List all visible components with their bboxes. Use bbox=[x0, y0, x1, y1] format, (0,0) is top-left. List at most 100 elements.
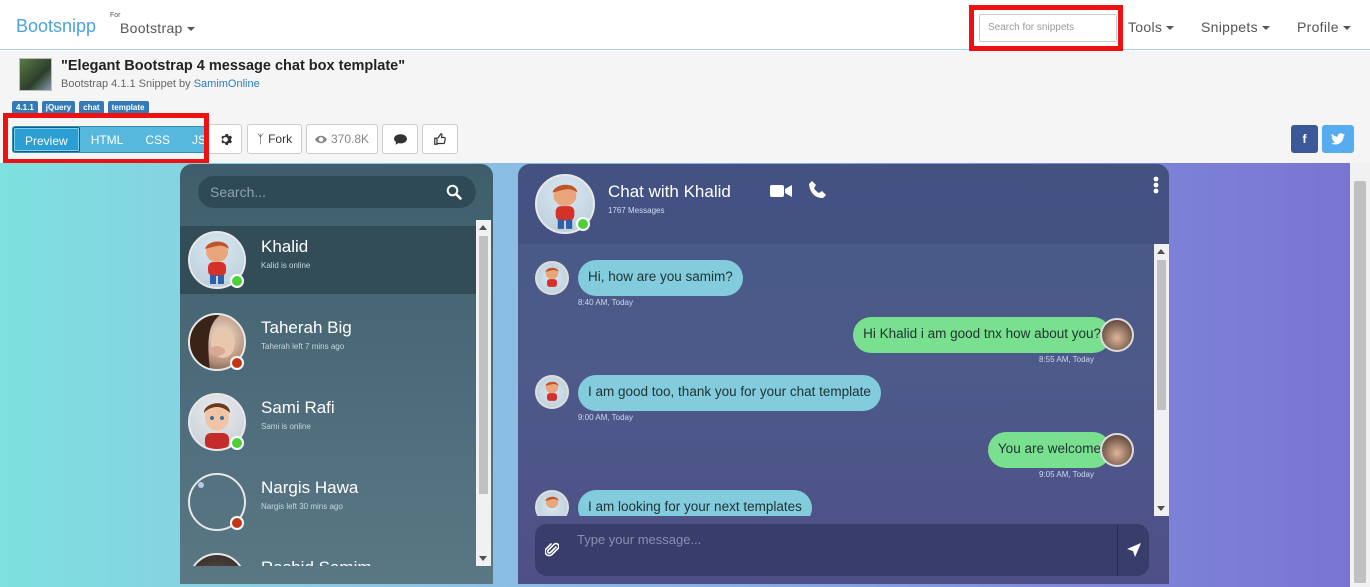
framework-menu[interactable]: Bootstrap bbox=[120, 20, 195, 36]
author-avatar[interactable] bbox=[19, 58, 52, 91]
avatar bbox=[1100, 433, 1134, 467]
online-status-dot bbox=[230, 436, 244, 450]
video-call-icon[interactable] bbox=[770, 183, 792, 199]
tools-menu[interactable]: Tools bbox=[1128, 19, 1175, 35]
snippet-title: "Elegant Bootstrap 4 message chat box te… bbox=[61, 58, 406, 74]
snippet-subtitle-prefix: Bootstrap 4.1.1 Snippet by bbox=[61, 78, 194, 90]
contact-item-nargis-hawa[interactable]: Nargis Hawa Nargis left 30 mins ago bbox=[180, 466, 476, 534]
comment-icon bbox=[393, 133, 407, 145]
facebook-icon: f bbox=[1302, 132, 1307, 146]
offline-status-dot bbox=[230, 516, 244, 530]
contacts-search-input[interactable]: Search... bbox=[198, 176, 476, 208]
contact-name: Nargis Hawa bbox=[261, 478, 359, 497]
fork-button[interactable]: ᛉ Fork bbox=[247, 124, 302, 154]
chevron-down-icon bbox=[1261, 26, 1270, 31]
incoming-message: Hi, how are you samim? bbox=[578, 260, 743, 296]
framework-menu-label: Bootstrap bbox=[120, 20, 183, 36]
top-navbar: Bootsnipp For Bootstrap Search for snipp… bbox=[0, 0, 1370, 50]
offline-status-dot bbox=[230, 356, 244, 370]
avatar bbox=[535, 490, 569, 516]
fork-icon: ᛉ bbox=[256, 132, 265, 146]
contact-item-khalid[interactable]: Khalid Kalid is online bbox=[180, 226, 476, 294]
phone-icon[interactable] bbox=[808, 180, 828, 200]
contacts-panel: Search... Khalid Kalid is online Taherah… bbox=[180, 164, 493, 584]
contact-item-taherah-big[interactable]: Taherah Big Taherah left 7 mins ago bbox=[180, 306, 476, 374]
online-status-dot bbox=[230, 274, 244, 288]
contact-status: Kalid is online bbox=[261, 261, 311, 270]
message-composer: Type your message... bbox=[535, 524, 1149, 576]
scroll-up-icon[interactable] bbox=[1157, 249, 1165, 254]
snippet-preview: Search... Khalid Kalid is online Taherah… bbox=[0, 163, 1350, 587]
like-button[interactable] bbox=[422, 124, 458, 154]
brand-logo[interactable]: Bootsnipp bbox=[16, 16, 96, 37]
tab-preview[interactable]: Preview bbox=[13, 127, 80, 152]
contact-status: Taherah left 7 mins ago bbox=[261, 342, 345, 351]
contact-status: Nargis left 30 mins ago bbox=[261, 502, 343, 511]
views-counter: 370.8K bbox=[306, 124, 378, 154]
twitter-share-button[interactable] bbox=[1322, 125, 1354, 153]
snippet-search-input[interactable]: Search for snippets bbox=[979, 14, 1117, 42]
avatar bbox=[1100, 318, 1134, 352]
thumbs-up-icon bbox=[434, 133, 446, 145]
outgoing-message: You are welcome bbox=[987, 432, 1111, 468]
message-time: 8:55 AM, Today bbox=[1039, 355, 1094, 364]
scrollbar-thumb[interactable] bbox=[1157, 260, 1166, 410]
fork-label: Fork bbox=[268, 132, 293, 146]
tag[interactable]: jQuery bbox=[41, 101, 76, 114]
profile-menu[interactable]: Profile bbox=[1297, 19, 1351, 35]
send-icon[interactable] bbox=[1126, 542, 1142, 558]
tag-list: 4.1.1 jQuery chat template bbox=[12, 101, 149, 114]
author-link[interactable]: SamimOnline bbox=[194, 78, 260, 90]
message-count: 1767 Messages bbox=[608, 206, 665, 215]
tag[interactable]: 4.1.1 bbox=[12, 101, 38, 114]
attachment-icon[interactable] bbox=[545, 542, 559, 558]
message-time: 9:05 AM, Today bbox=[1039, 470, 1094, 479]
cartoon-boy-image bbox=[545, 267, 559, 287]
chat-title: Chat with Khalid bbox=[608, 182, 731, 201]
comment-button[interactable] bbox=[382, 124, 418, 154]
scrollbar-thumb[interactable] bbox=[1354, 181, 1366, 583]
profile-menu-label: Profile bbox=[1297, 19, 1339, 35]
twitter-icon bbox=[1331, 133, 1345, 145]
settings-button[interactable] bbox=[208, 124, 242, 154]
cartoon-boy-image bbox=[545, 496, 559, 509]
online-status-dot bbox=[576, 217, 590, 231]
contact-name: Taherah Big bbox=[261, 318, 352, 337]
more-options-icon[interactable] bbox=[1152, 176, 1160, 196]
contact-item-rashid-samim[interactable]: Rashid Samim bbox=[180, 546, 476, 566]
chat-scrollbar[interactable] bbox=[1154, 244, 1169, 516]
code-view-tabs: Preview HTML CSS JS bbox=[12, 126, 219, 153]
contact-status: Sami is online bbox=[261, 422, 311, 431]
scroll-down-icon[interactable] bbox=[1157, 506, 1165, 511]
tools-menu-label: Tools bbox=[1128, 19, 1163, 35]
contact-item-sami-rafi[interactable]: Sami Rafi Sami is online bbox=[180, 386, 476, 454]
contact-name: Sami Rafi bbox=[261, 398, 335, 417]
composer-divider bbox=[1117, 524, 1118, 576]
scroll-up-icon[interactable] bbox=[479, 225, 487, 230]
cartoon-boy-image bbox=[545, 381, 559, 401]
gear-icon bbox=[220, 133, 232, 145]
contacts-scrollbar[interactable] bbox=[476, 220, 491, 566]
scroll-down-icon[interactable] bbox=[479, 556, 487, 561]
search-icon[interactable] bbox=[446, 184, 462, 200]
facebook-share-button[interactable]: f bbox=[1291, 125, 1318, 153]
snippets-menu[interactable]: Snippets bbox=[1201, 19, 1270, 35]
tab-html[interactable]: HTML bbox=[80, 127, 135, 152]
contact-list: Khalid Kalid is online Taherah Big Taher… bbox=[180, 226, 476, 566]
eye-icon bbox=[314, 135, 327, 143]
avatar bbox=[535, 375, 569, 409]
chat-header: Chat with Khalid 1767 Messages bbox=[518, 164, 1169, 244]
tag[interactable]: chat bbox=[79, 101, 104, 114]
outgoing-message: Hi Khalid i am good tnx how about you? bbox=[853, 317, 1111, 353]
message-input[interactable]: Type your message... bbox=[577, 532, 701, 547]
chevron-down-icon bbox=[1166, 26, 1175, 31]
chat-panel: Chat with Khalid 1767 Messages Hi, how a… bbox=[518, 164, 1169, 584]
tag[interactable]: template bbox=[107, 101, 149, 114]
contacts-search-placeholder: Search... bbox=[210, 184, 267, 200]
snippets-menu-label: Snippets bbox=[1201, 19, 1258, 35]
incoming-message: I am good too, thank you for your chat t… bbox=[578, 375, 881, 411]
for-label: For bbox=[110, 12, 121, 19]
tab-css[interactable]: CSS bbox=[134, 127, 181, 152]
scrollbar-thumb[interactable] bbox=[479, 236, 488, 494]
page-scrollbar[interactable] bbox=[1350, 163, 1370, 587]
